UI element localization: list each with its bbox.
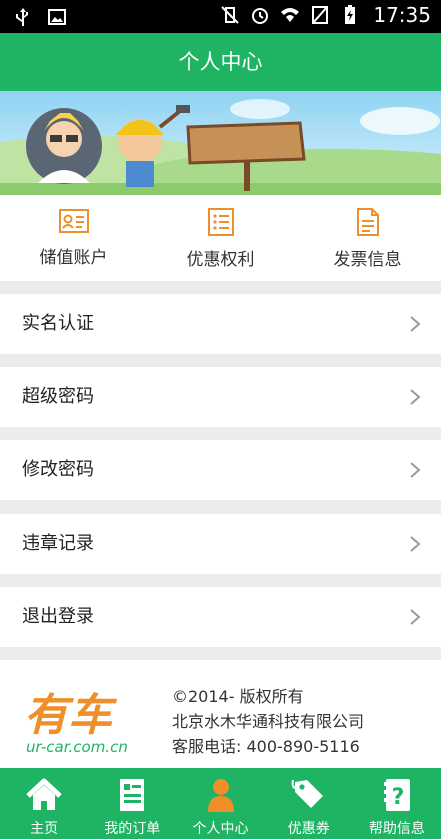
tab-label: 个人中心 xyxy=(192,821,249,837)
chevron-right-icon xyxy=(410,389,421,405)
vibrate-mute-icon xyxy=(221,6,240,24)
menu-item-label: 退出登录 xyxy=(22,606,94,627)
discount-rights-label: 优惠权利 xyxy=(186,250,255,270)
menu-item-logout[interactable]: 退出登录 xyxy=(0,587,441,647)
invoice-icon xyxy=(356,208,379,236)
tab-coupons[interactable]: 优惠券 xyxy=(265,768,353,839)
menu-item-change-password[interactable]: 修改密码 xyxy=(0,440,441,500)
alarm-icon xyxy=(252,8,269,24)
chevron-right-icon xyxy=(410,609,421,625)
invoice-info-label: 发票信息 xyxy=(333,250,402,270)
list-icon xyxy=(207,208,234,236)
signal-off-icon xyxy=(312,6,329,24)
profile-banner xyxy=(0,91,441,195)
copyright-text: ©2014- 版权所有 xyxy=(172,687,304,706)
help-book-icon: ? xyxy=(383,779,410,811)
chevron-right-icon xyxy=(410,316,421,332)
menu-item-label: 修改密码 xyxy=(22,459,94,480)
menu-item-label: 超级密码 xyxy=(22,386,94,407)
id-card-icon xyxy=(58,209,89,233)
status-time: 17:35 xyxy=(373,3,431,27)
home-icon xyxy=(26,778,62,810)
chevron-right-icon xyxy=(410,536,421,552)
tab-home[interactable]: 主页 xyxy=(0,768,88,839)
menu-item-violation-records[interactable]: 违章记录 xyxy=(0,514,441,574)
coupon-tag-icon xyxy=(291,779,323,808)
hotline-text: 客服电话: 400-890-5116 xyxy=(172,737,360,756)
footer: 有车 ur-car.com.cn ©2014- 版权所有 北京水木华通科技有限公… xyxy=(0,660,441,768)
orders-icon xyxy=(120,779,145,811)
menu-item-label: 实名认证 xyxy=(22,313,94,334)
tab-my-orders[interactable]: 我的订单 xyxy=(88,768,176,839)
svg-text:?: ? xyxy=(392,785,405,810)
image-icon xyxy=(48,9,66,25)
tab-label: 我的订单 xyxy=(104,821,161,837)
person-icon xyxy=(207,779,234,812)
footer-info: ©2014- 版权所有 北京水木华通科技有限公司 客服电话: 400-890-5… xyxy=(172,684,364,759)
tab-label: 优惠券 xyxy=(287,821,330,837)
banner-illustration xyxy=(0,91,441,195)
tab-help-info[interactable]: ? 帮助信息 xyxy=(353,768,441,839)
tab-label: 帮助信息 xyxy=(368,821,425,837)
menu-item-super-password[interactable]: 超级密码 xyxy=(0,367,441,427)
tab-label: 主页 xyxy=(30,821,59,837)
battery-charging-icon xyxy=(345,5,356,24)
usb-icon xyxy=(16,8,28,26)
ur-car-logo: 有车 ur-car.com.cn xyxy=(24,690,128,756)
chevron-right-icon xyxy=(410,462,421,478)
quick-actions: 储值账户 优惠权利 发票信息 xyxy=(0,195,441,281)
page-title: 个人中心 xyxy=(0,33,441,91)
bottom-tab-bar: 主页 我的订单 个人中心 优惠券 ? 帮助信息 xyxy=(0,768,441,839)
discount-rights-button[interactable]: 优惠权利 xyxy=(147,195,294,281)
logo-url: ur-car.com.cn xyxy=(26,738,128,756)
stored-value-account-button[interactable]: 储值账户 xyxy=(0,195,147,281)
menu-item-real-name-verification[interactable]: 实名认证 xyxy=(0,294,441,354)
stored-value-account-label: 储值账户 xyxy=(39,248,108,268)
menu-item-label: 违章记录 xyxy=(22,533,94,554)
logo-text: 有车 xyxy=(24,690,118,741)
invoice-info-button[interactable]: 发票信息 xyxy=(294,195,441,281)
status-bar: 17:35 xyxy=(0,0,441,33)
company-name: 北京水木华通科技有限公司 xyxy=(172,712,365,731)
wifi-icon xyxy=(281,8,300,22)
tab-personal-center[interactable]: 个人中心 xyxy=(176,768,264,839)
